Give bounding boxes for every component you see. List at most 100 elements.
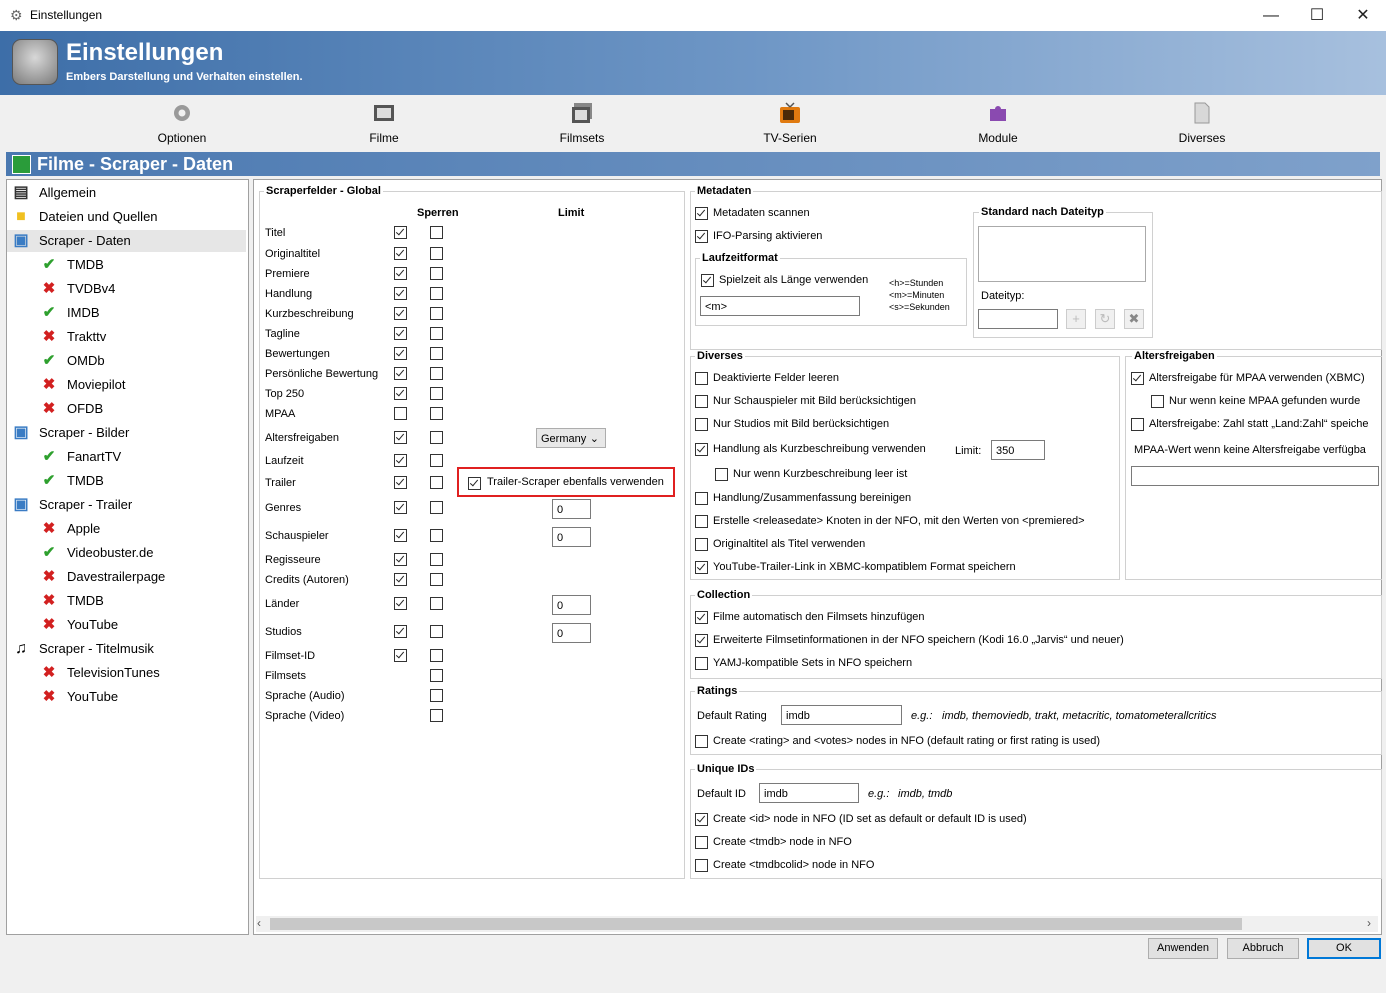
option-checkbox[interactable] — [695, 418, 708, 431]
field-enabled-checkbox[interactable] — [394, 597, 407, 610]
field-enabled-checkbox[interactable] — [394, 247, 407, 260]
trailer-scraper-checkbox[interactable] — [468, 477, 481, 490]
field-lock-checkbox[interactable] — [430, 307, 443, 320]
option-checkbox[interactable] — [1151, 395, 1164, 408]
field-lock-checkbox[interactable] — [430, 597, 443, 610]
dateityp-list[interactable] — [978, 226, 1146, 282]
sidebar-item[interactable]: ✖ TelevisionTunes — [7, 662, 246, 684]
option-checkbox[interactable] — [715, 468, 728, 481]
sidebar-item[interactable]: ■ Dateien und Quellen — [7, 206, 246, 228]
option-checkbox[interactable] — [695, 538, 708, 551]
limit-genres-input[interactable]: 0 — [552, 499, 591, 519]
apply-button[interactable]: Anwenden — [1148, 938, 1218, 959]
sidebar-item[interactable]: ✖ YouTube — [7, 686, 246, 708]
field-lock-checkbox[interactable] — [430, 573, 443, 586]
scroll-left-icon[interactable]: ‹ — [257, 916, 261, 930]
add-icon[interactable]: + — [1066, 309, 1086, 329]
field-lock-checkbox[interactable] — [430, 689, 443, 702]
sidebar-item[interactable]: ✔ FanartTV — [7, 446, 246, 468]
field-enabled-checkbox[interactable] — [394, 367, 407, 380]
sidebar-item[interactable]: ✔ Videobuster.de — [7, 542, 246, 564]
field-lock-checkbox[interactable] — [430, 669, 443, 682]
field-lock-checkbox[interactable] — [430, 501, 443, 514]
toolbar-filme[interactable]: Filme — [324, 95, 444, 150]
field-enabled-checkbox[interactable] — [394, 267, 407, 280]
sidebar-item[interactable]: ✔ IMDB — [7, 302, 246, 324]
limit-studios-input[interactable]: 0 — [552, 623, 591, 643]
option-checkbox[interactable] — [695, 372, 708, 385]
altersfreigaben-select[interactable]: Germany ⌄ — [536, 428, 606, 448]
ok-button[interactable]: OK — [1307, 938, 1381, 959]
field-enabled-checkbox[interactable] — [394, 287, 407, 300]
ifo-parsing-checkbox[interactable] — [695, 230, 708, 243]
refresh-icon[interactable]: ↻ — [1095, 309, 1115, 329]
remove-icon[interactable]: ✖ — [1124, 309, 1144, 329]
option-checkbox[interactable] — [695, 492, 708, 505]
field-lock-checkbox[interactable] — [430, 407, 443, 420]
sidebar-item[interactable]: ▣ Scraper - Daten — [7, 230, 246, 252]
option-checkbox[interactable] — [1131, 418, 1144, 431]
field-lock-checkbox[interactable] — [430, 327, 443, 340]
sidebar-item[interactable]: ✖ TMDB — [7, 590, 246, 612]
field-enabled-checkbox[interactable] — [394, 347, 407, 360]
sidebar-item[interactable]: ✔ OMDb — [7, 350, 246, 372]
toolbar-filmsets[interactable]: Filmsets — [522, 95, 642, 150]
sidebar-item[interactable]: ✖ Apple — [7, 518, 246, 540]
field-lock-checkbox[interactable] — [430, 709, 443, 722]
field-enabled-checkbox[interactable] — [394, 501, 407, 514]
field-lock-checkbox[interactable] — [430, 347, 443, 360]
field-lock-checkbox[interactable] — [430, 367, 443, 380]
sidebar-item[interactable]: ✖ Moviepilot — [7, 374, 246, 396]
dateityp-input[interactable] — [978, 309, 1058, 329]
toolbar-module[interactable]: Module — [938, 95, 1058, 150]
toolbar-diverses[interactable]: Diverses — [1142, 95, 1262, 150]
field-lock-checkbox[interactable] — [430, 287, 443, 300]
option-checkbox[interactable] — [695, 657, 708, 670]
field-lock-checkbox[interactable] — [430, 387, 443, 400]
field-enabled-checkbox[interactable] — [394, 431, 407, 444]
option-checkbox[interactable] — [695, 859, 708, 872]
sidebar-item[interactable]: ▣ Scraper - Trailer — [7, 494, 246, 516]
create-rating-checkbox[interactable] — [695, 735, 708, 748]
option-checkbox[interactable] — [695, 634, 708, 647]
field-enabled-checkbox[interactable] — [394, 529, 407, 542]
cancel-button[interactable]: Abbruch — [1227, 938, 1299, 959]
sidebar-item[interactable]: ▣ Scraper - Bilder — [7, 422, 246, 444]
field-enabled-checkbox[interactable] — [394, 307, 407, 320]
kurzbeschreibung-limit-input[interactable]: 350 — [991, 440, 1045, 460]
close-button[interactable]: ✕ — [1340, 0, 1386, 31]
field-enabled-checkbox[interactable] — [394, 649, 407, 662]
metadaten-scannen-checkbox[interactable] — [695, 207, 708, 220]
field-lock-checkbox[interactable] — [430, 625, 443, 638]
option-checkbox[interactable] — [695, 395, 708, 408]
field-enabled-checkbox[interactable] — [394, 476, 407, 489]
mpaa-input[interactable] — [1131, 466, 1379, 486]
field-enabled-checkbox[interactable] — [394, 625, 407, 638]
field-enabled-checkbox[interactable] — [394, 553, 407, 566]
field-lock-checkbox[interactable] — [430, 476, 443, 489]
default-id-input[interactable]: imdb — [759, 783, 859, 803]
option-checkbox[interactable] — [695, 813, 708, 826]
sidebar-item[interactable]: ✔ TMDB — [7, 254, 246, 276]
spielzeit-checkbox[interactable] — [701, 274, 714, 287]
maximize-button[interactable]: ☐ — [1294, 0, 1340, 31]
field-enabled-checkbox[interactable] — [394, 407, 407, 420]
option-checkbox[interactable] — [695, 443, 708, 456]
limit-laender-input[interactable]: 0 — [552, 595, 591, 615]
option-checkbox[interactable] — [695, 836, 708, 849]
sidebar-item[interactable]: ▤ Allgemein — [7, 182, 246, 204]
option-checkbox[interactable] — [695, 561, 708, 574]
option-checkbox[interactable] — [695, 515, 708, 528]
field-enabled-checkbox[interactable] — [394, 573, 407, 586]
minimize-button[interactable]: — — [1248, 0, 1294, 31]
toolbar-optionen[interactable]: Optionen — [122, 95, 242, 150]
sidebar-item[interactable]: ✖ YouTube — [7, 614, 246, 636]
limit-schauspieler-input[interactable]: 0 — [552, 527, 591, 547]
field-lock-checkbox[interactable] — [430, 247, 443, 260]
field-enabled-checkbox[interactable] — [394, 327, 407, 340]
sidebar-item[interactable]: ✖ Davestrailerpage — [7, 566, 246, 588]
field-lock-checkbox[interactable] — [430, 226, 443, 239]
scroll-right-icon[interactable]: › — [1367, 916, 1371, 930]
sidebar-item[interactable]: ♫ Scraper - Titelmusik — [7, 638, 246, 660]
option-checkbox[interactable] — [695, 611, 708, 624]
